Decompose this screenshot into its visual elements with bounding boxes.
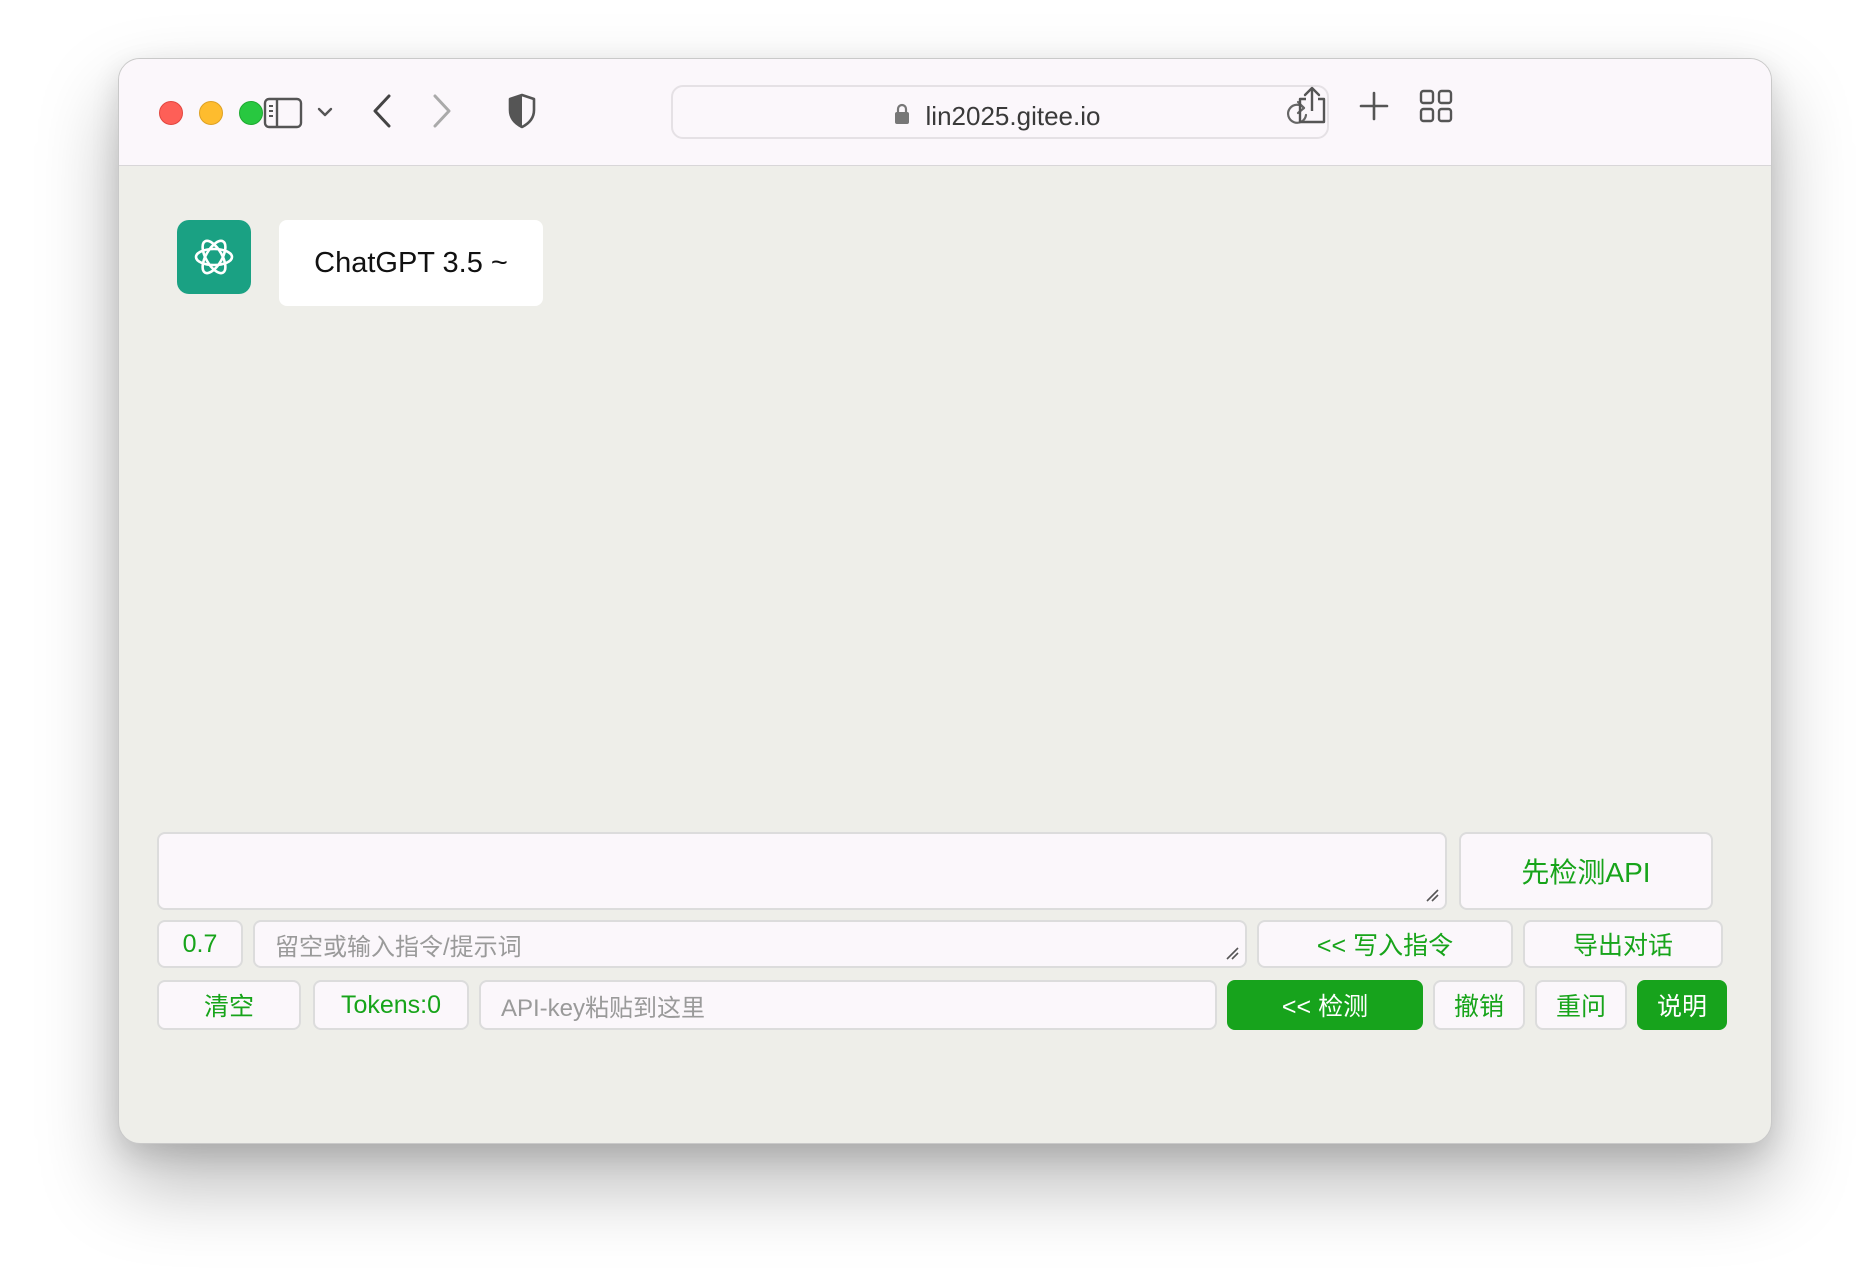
message-input[interactable] xyxy=(157,832,1447,910)
write-prompt-button[interactable]: << 写入指令 xyxy=(1257,920,1513,968)
minimize-window-button[interactable] xyxy=(199,101,223,125)
close-window-button[interactable] xyxy=(159,101,183,125)
share-icon[interactable] xyxy=(1295,85,1329,125)
tokens-counter: Tokens:0 xyxy=(313,980,469,1030)
help-button[interactable]: 说明 xyxy=(1637,980,1727,1030)
chevron-down-icon[interactable] xyxy=(317,105,333,119)
sidebar-icon[interactable] xyxy=(263,97,303,129)
back-icon[interactable] xyxy=(371,93,393,129)
reask-button[interactable]: 重问 xyxy=(1535,980,1627,1030)
check-api-button[interactable]: 先检测API xyxy=(1459,832,1713,910)
api-key-placeholder: API-key粘贴到这里 xyxy=(501,994,706,1022)
detect-button[interactable]: << 检测 xyxy=(1227,980,1423,1030)
resize-grip-icon[interactable] xyxy=(1425,888,1439,902)
new-tab-icon[interactable] xyxy=(1359,91,1389,121)
url-text: lin2025.gitee.io xyxy=(925,101,1101,131)
chatgpt-avatar xyxy=(177,220,251,294)
resize-grip-icon[interactable] xyxy=(1225,946,1239,960)
browser-toolbar: lin2025.gitee.io xyxy=(119,59,1771,166)
openai-logo-icon xyxy=(194,239,234,275)
temperature-field[interactable]: 0.7 xyxy=(157,920,243,968)
address-bar[interactable]: lin2025.gitee.io xyxy=(671,85,1329,139)
tab-overview-icon[interactable] xyxy=(1419,89,1453,123)
forward-icon[interactable] xyxy=(431,93,453,129)
browser-window: lin2025.gitee.io ChatGPT 3.5 ~ 先检测API 0.… xyxy=(118,58,1772,1144)
zoom-window-button[interactable] xyxy=(239,101,263,125)
clear-button[interactable]: 清空 xyxy=(157,980,301,1030)
chat-page: ChatGPT 3.5 ~ 先检测API 0.7 留空或输入指令/提示词 << … xyxy=(119,166,1771,1143)
prompt-input[interactable]: 留空或输入指令/提示词 xyxy=(253,920,1247,968)
export-chat-button[interactable]: 导出对话 xyxy=(1523,920,1723,968)
bot-message-bubble: ChatGPT 3.5 ~ xyxy=(279,220,543,306)
undo-button[interactable]: 撤销 xyxy=(1433,980,1525,1030)
api-key-input[interactable]: API-key粘贴到这里 xyxy=(479,980,1217,1030)
prompt-placeholder: 留空或输入指令/提示词 xyxy=(275,933,522,961)
privacy-shield-icon[interactable] xyxy=(507,93,537,129)
